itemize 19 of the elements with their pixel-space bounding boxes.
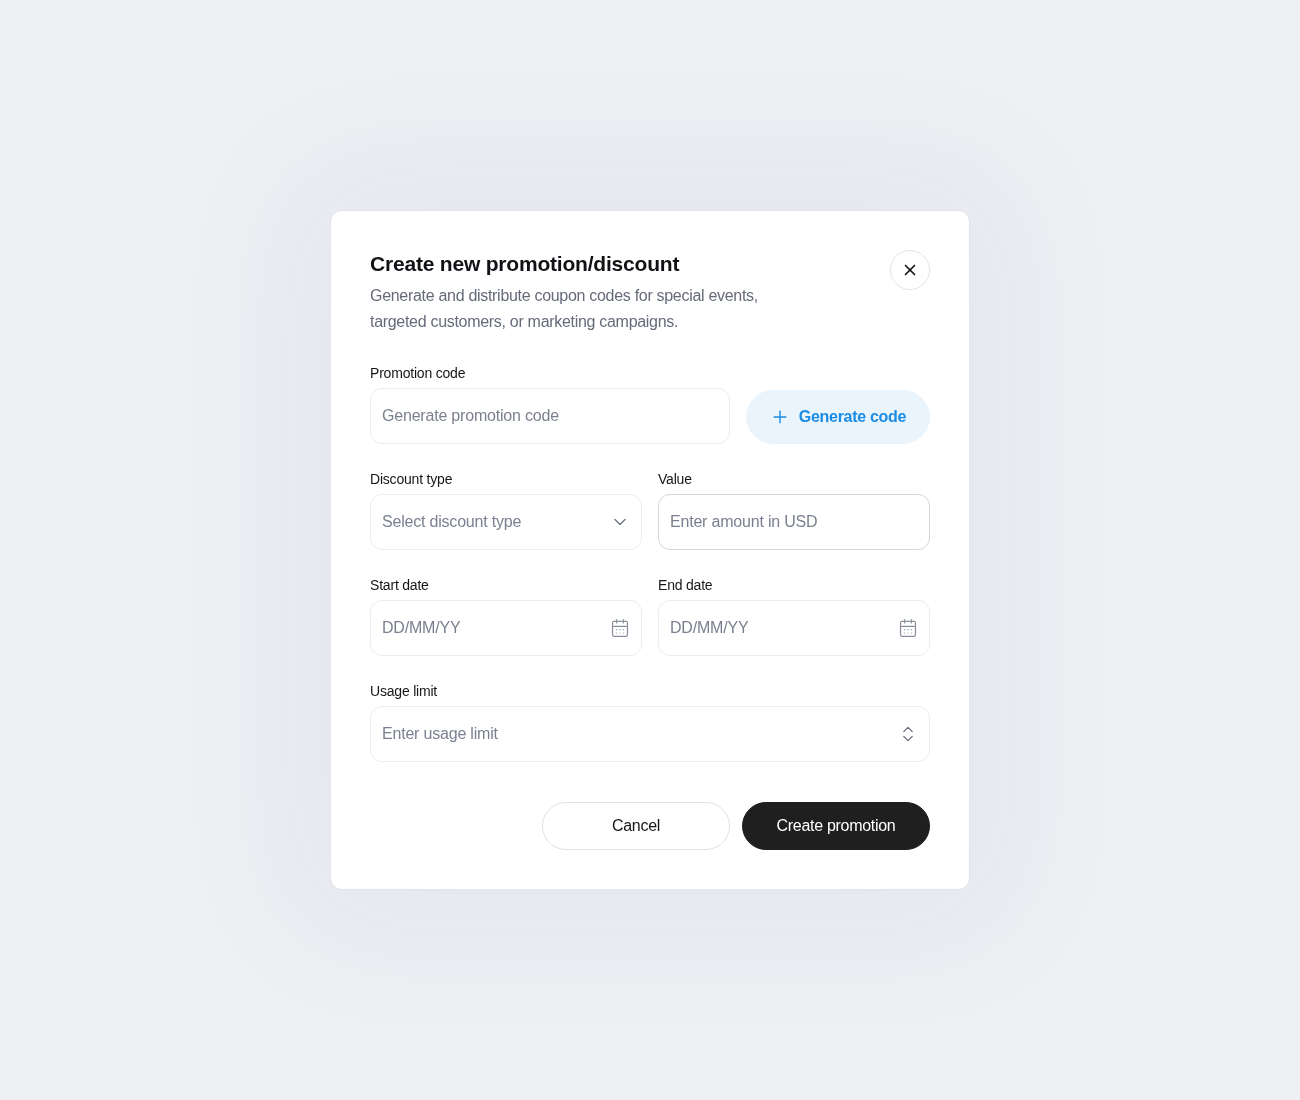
close-button[interactable] <box>890 250 930 290</box>
field-label: Promotion code <box>370 364 467 382</box>
field-label: End date <box>658 576 714 594</box>
field-label: Value <box>658 470 693 488</box>
input-field[interactable]: Enter amount in USD <box>658 494 930 550</box>
select-field[interactable]: Select discount type <box>370 494 642 550</box>
dialog-title: Create new promotion/discount <box>370 251 681 277</box>
input-field[interactable]: Generate promotion code <box>370 388 730 444</box>
cancel-button[interactable]: Cancel <box>542 802 730 850</box>
calendar-icon <box>898 618 918 638</box>
field-label: Start date <box>370 576 430 594</box>
field-label: Discount type <box>370 470 454 488</box>
date-field[interactable]: DD/MM/YY <box>658 600 930 656</box>
create-button[interactable]: Create promotion <box>742 802 930 850</box>
number-field[interactable]: Enter usage limit <box>370 706 930 762</box>
date-field[interactable]: DD/MM/YY <box>370 600 642 656</box>
calendar-icon <box>610 618 630 638</box>
field-label: Usage limit <box>370 682 439 700</box>
dialog-description: Generate and distribute coupon codes for special events, targeted customers, or marketing campaigns. <box>370 286 759 332</box>
